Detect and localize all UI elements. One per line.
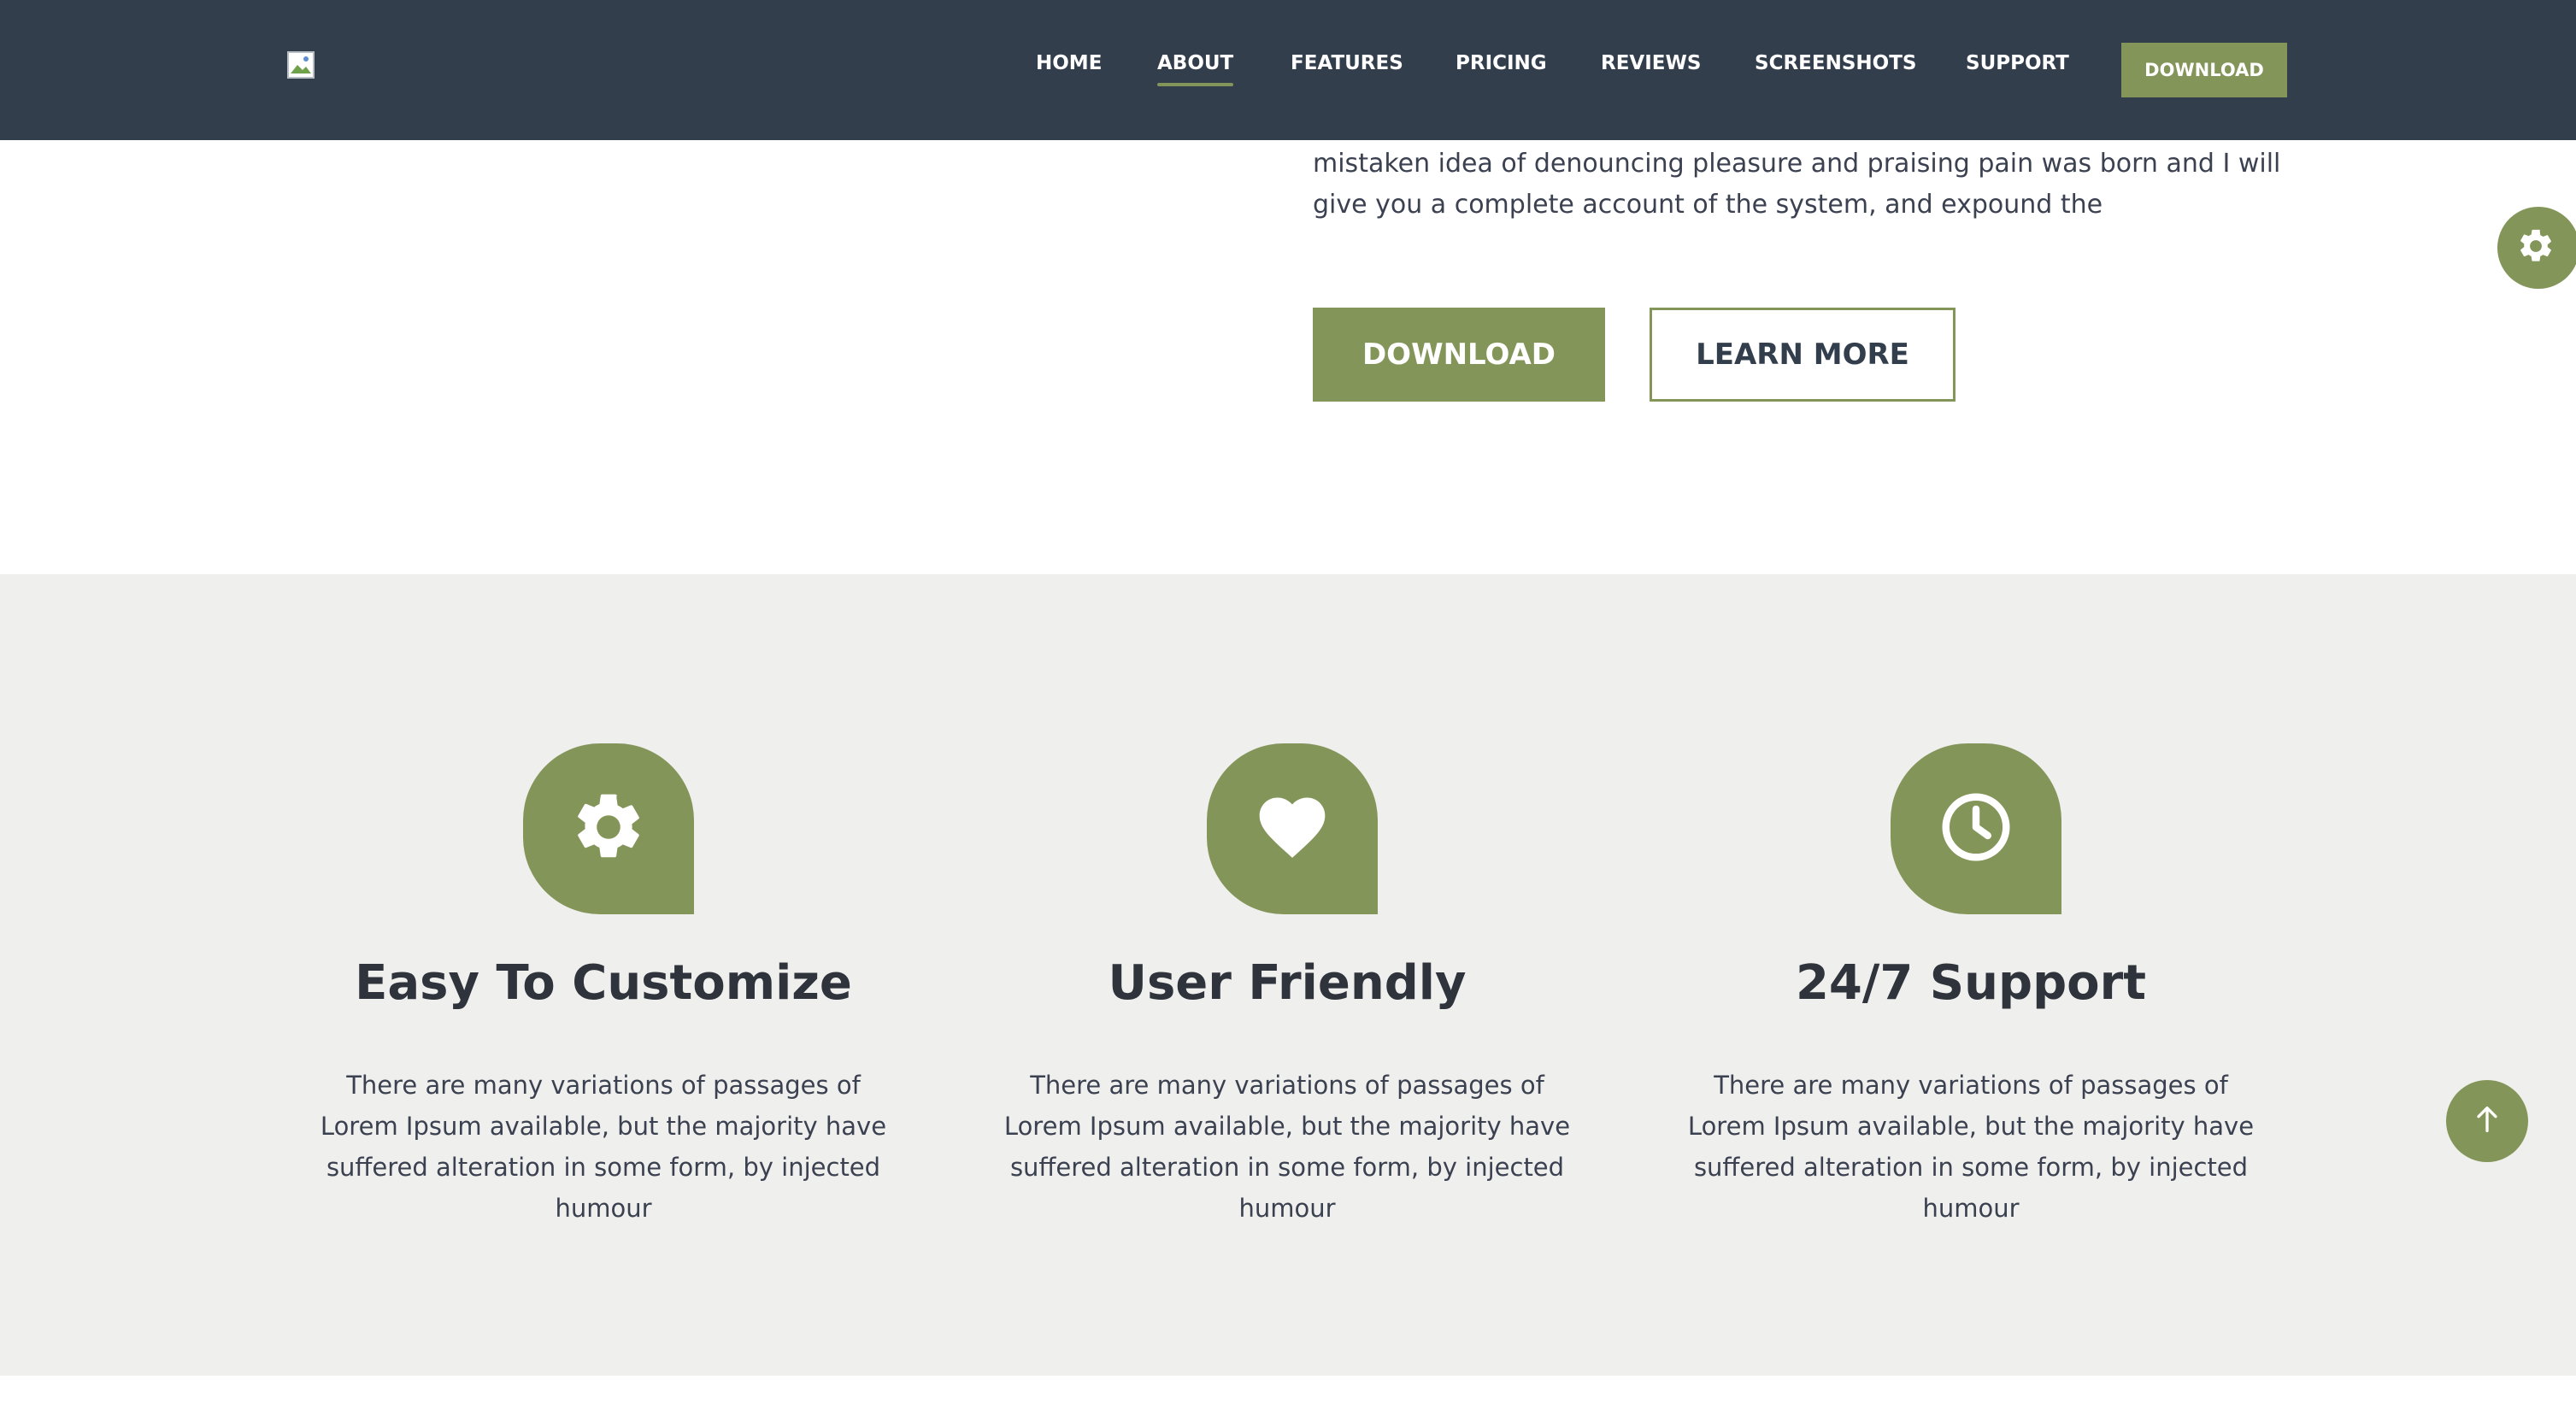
clock-icon — [1937, 788, 2015, 870]
header-download-button[interactable]: DOWNLOAD — [2121, 43, 2287, 97]
nav-about[interactable]: ABOUT — [1157, 52, 1234, 86]
feature-card-user-friendly: User Friendly There are many variations … — [988, 574, 1586, 1376]
nav-screenshots[interactable]: SCREENSHOTS — [1755, 52, 1916, 74]
feature-icon-box — [523, 743, 694, 914]
feature-description: There are many variations of passages of… — [1687, 1071, 2255, 1223]
active-nav-indicator — [1157, 83, 1234, 86]
feature-icon-box — [1891, 743, 2061, 914]
nav-about-label: ABOUT — [1157, 52, 1234, 74]
download-button[interactable]: DOWNLOAD — [1313, 308, 1605, 402]
logo[interactable] — [287, 51, 315, 79]
settings-toggle-button[interactable] — [2497, 207, 2576, 289]
feature-title: User Friendly — [1108, 955, 1467, 1011]
page: HOME ABOUT FEATURES PRICING REVIEWS SCRE… — [0, 0, 2576, 1415]
feature-title: Easy To Customize — [355, 955, 852, 1011]
scroll-to-top-button[interactable] — [2446, 1080, 2528, 1162]
nav-support[interactable]: SUPPORT — [1966, 52, 2069, 74]
feature-card-customize: Easy To Customize There are many variati… — [304, 574, 903, 1376]
gear-icon — [2516, 226, 2555, 269]
feature-title: 24/7 Support — [1795, 955, 2147, 1011]
gear-icon — [569, 788, 648, 870]
features-section: Easy To Customize There are many variati… — [0, 574, 2576, 1376]
feature-card-support: 24/7 Support There are many variations o… — [1672, 574, 2270, 1376]
nav-pricing[interactable]: PRICING — [1456, 52, 1547, 74]
nav-home[interactable]: HOME — [1036, 52, 1102, 74]
feature-description: There are many variations of passages of… — [320, 1071, 887, 1223]
nav-reviews[interactable]: REVIEWS — [1601, 52, 1701, 74]
learn-more-button[interactable]: LEARN MORE — [1650, 308, 1956, 402]
nav-features[interactable]: FEATURES — [1291, 52, 1403, 74]
feature-icon-box — [1207, 743, 1378, 914]
heart-icon — [1253, 788, 1332, 870]
hero-paragraph: mistaken idea of denouncing pleasure and… — [1313, 149, 2281, 220]
site-header: HOME ABOUT FEATURES PRICING REVIEWS SCRE… — [0, 0, 2576, 140]
arrow-up-icon — [2470, 1102, 2504, 1140]
feature-description: There are many variations of passages of… — [1003, 1071, 1571, 1223]
